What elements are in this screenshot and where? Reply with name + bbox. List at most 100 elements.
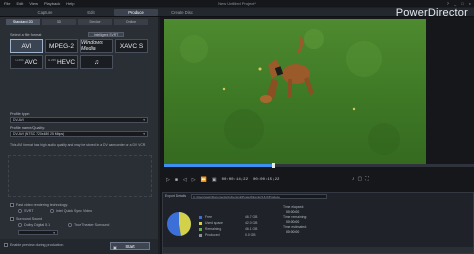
export-status-panel: Export Details C:\Users\web\Documents\Cy… bbox=[162, 192, 474, 254]
radio[interactable] bbox=[50, 209, 54, 213]
profile-quality-select[interactable]: DV-AVI (NTSC 720x480 25 Mbps) ▾ bbox=[10, 131, 148, 137]
subtab-device[interactable]: Device bbox=[78, 19, 112, 25]
truetheater-label: TrueTheater Surround bbox=[74, 223, 110, 227]
export-status-title: Export Details bbox=[165, 194, 187, 198]
start-label: Start bbox=[125, 244, 135, 249]
pie-used-slice bbox=[179, 212, 191, 236]
profile-quality-value: DV-AVI (NTSC 720x480 25 Mbps) bbox=[13, 132, 65, 136]
radio[interactable] bbox=[18, 209, 22, 213]
snapshot-icon[interactable]: ▣ bbox=[212, 177, 217, 183]
legend-label: Used space bbox=[205, 221, 223, 225]
disk-usage-pie bbox=[167, 212, 191, 236]
legend-value: 0.0 GB bbox=[245, 233, 256, 237]
legend-label: Produced bbox=[205, 233, 220, 237]
profile-quality-label: Profile name/Quality: bbox=[10, 126, 46, 130]
fast-forward-icon[interactable]: ⏩ bbox=[201, 177, 207, 183]
duration-timecode: 00:00:15;22 bbox=[252, 178, 280, 182]
format-h265-hevc-button[interactable]: H.265 HEVC bbox=[45, 55, 78, 69]
legend-value: 46.1 GB bbox=[245, 227, 258, 231]
subtab-standard-2d[interactable]: Standard 2D bbox=[6, 19, 40, 25]
next-frame-icon[interactable]: ▷ bbox=[192, 177, 196, 183]
format-windows-media-button[interactable]: Windows Media bbox=[80, 39, 113, 53]
close-icon[interactable]: × bbox=[469, 1, 471, 6]
profile-type-label: Profile type: bbox=[10, 112, 31, 116]
subtab-3d[interactable]: 3D bbox=[42, 19, 76, 25]
disk-legend: Free 46.7 GB Used space 42.0 GB Remainin… bbox=[199, 215, 259, 239]
legend-produced: Produced 0.0 GB bbox=[199, 233, 259, 239]
legend-swatch bbox=[199, 234, 202, 237]
legend-swatch bbox=[199, 228, 202, 231]
volume-icon[interactable]: ♪ bbox=[352, 176, 355, 182]
format-h264-avc-button[interactable]: H.264 AVC bbox=[10, 55, 43, 69]
enable-preview-label: Enable preview during production bbox=[10, 243, 64, 247]
format-label: Windows Media bbox=[81, 40, 103, 52]
format-label: AVI bbox=[21, 42, 32, 50]
svrt-option[interactable]: SVRT bbox=[18, 209, 34, 213]
play-icon[interactable]: ▷ bbox=[166, 177, 170, 183]
profile-details-box bbox=[8, 155, 152, 197]
folder-icon: ▣ bbox=[113, 245, 117, 250]
music-note-icon: ♫ bbox=[94, 58, 99, 66]
tab-capture[interactable]: Capture bbox=[20, 9, 70, 16]
chevron-down-icon: ▾ bbox=[53, 231, 55, 235]
surround-sound-option[interactable]: Surround Sound bbox=[10, 217, 42, 221]
legend-label: Free bbox=[205, 215, 212, 219]
checkbox[interactable] bbox=[4, 243, 8, 247]
dog-on-grass-image bbox=[164, 19, 426, 164]
time-estimated-value: 00:00:00 bbox=[286, 230, 300, 234]
chevron-down-icon: ▾ bbox=[143, 132, 145, 136]
truetheater-option[interactable]: TrueTheater Surround bbox=[68, 223, 109, 227]
format-label: AVC bbox=[24, 58, 38, 66]
scrubber-handle[interactable] bbox=[271, 163, 275, 168]
output-path-field[interactable]: C:\Users\web\Documents\CyberLink\PowerDi… bbox=[191, 194, 327, 199]
legend-swatch bbox=[199, 216, 202, 219]
legend-value: 42.0 GB bbox=[245, 221, 258, 225]
prev-frame-icon[interactable]: ◁ bbox=[183, 177, 187, 183]
file-format-label: Select a file format bbox=[10, 33, 42, 37]
stop-icon[interactable]: ■ bbox=[175, 177, 178, 183]
surround-sound-label: Surround Sound bbox=[16, 217, 43, 221]
current-timecode: 00:00:14;22 bbox=[221, 178, 248, 182]
surround-select[interactable]: ▾ bbox=[18, 230, 58, 235]
file-format-grid: AVI MPEG-2 Windows Media XAVC S H.264 AVC… bbox=[10, 39, 148, 69]
player-extra-controls: ♪ ▢ ⛶ bbox=[352, 176, 369, 182]
legend-swatch bbox=[199, 222, 202, 225]
tab-edit[interactable]: Edit bbox=[70, 9, 112, 16]
tab-create-disc[interactable]: Create Disc bbox=[160, 9, 204, 16]
fast-render-option[interactable]: Fast video rendering technology: bbox=[10, 203, 68, 207]
checkbox[interactable] bbox=[10, 203, 14, 207]
legend-value: 46.7 GB bbox=[245, 215, 258, 219]
tab-produce[interactable]: Produce bbox=[114, 9, 158, 16]
produce-subtabs: Standard 2D 3D Device Online bbox=[6, 19, 148, 25]
mode-icon[interactable]: ▢ bbox=[358, 176, 363, 182]
format-mpeg2-button[interactable]: MPEG-2 bbox=[45, 39, 78, 53]
player-controls: ▷ ■ ◁ ▷ ⏩ ▣ 00:00:14;22 00:00:15;22 bbox=[166, 177, 279, 183]
timeline-scrubber[interactable] bbox=[164, 163, 474, 168]
maximize-icon[interactable]: □ bbox=[461, 1, 463, 6]
profile-type-value: DV-AVI bbox=[13, 118, 24, 122]
radio[interactable] bbox=[68, 223, 72, 227]
profile-type-select[interactable]: DV-AVI ▾ bbox=[10, 117, 148, 123]
start-button[interactable]: ▣ Start bbox=[110, 242, 150, 250]
help-icon[interactable]: ? bbox=[447, 1, 449, 6]
intel-quicksync-label: Intel Quick Sync Video bbox=[56, 209, 93, 213]
scrubber-progress bbox=[164, 164, 273, 167]
svrt-label: SVRT bbox=[24, 209, 34, 213]
chevron-down-icon: ▾ bbox=[143, 118, 145, 122]
format-avi-button[interactable]: AVI bbox=[10, 39, 43, 53]
intelligent-svrt-button[interactable]: Intelligent SVRT bbox=[88, 32, 124, 37]
produce-settings-panel: Standard 2D 3D Device Online Select a fi… bbox=[0, 17, 158, 254]
subtab-online[interactable]: Online bbox=[114, 19, 148, 25]
fast-render-label: Fast video rendering technology: bbox=[16, 203, 69, 207]
enable-preview-option[interactable]: Enable preview during production bbox=[4, 243, 63, 247]
format-audio-button[interactable]: ♫ bbox=[80, 55, 113, 69]
checkbox[interactable] bbox=[10, 217, 14, 221]
radio[interactable] bbox=[18, 223, 22, 227]
fullscreen-icon[interactable]: ⛶ bbox=[365, 176, 369, 182]
intel-quicksync-option[interactable]: Intel Quick Sync Video bbox=[50, 209, 92, 213]
format-xavcs-button[interactable]: XAVC S bbox=[115, 39, 148, 53]
dolby-option[interactable]: Dolby Digital 5.1 bbox=[18, 223, 50, 227]
window-controls: ? _ □ × bbox=[447, 1, 471, 6]
minimize-icon[interactable]: _ bbox=[454, 1, 456, 6]
format-label: XAVC S bbox=[119, 42, 144, 50]
